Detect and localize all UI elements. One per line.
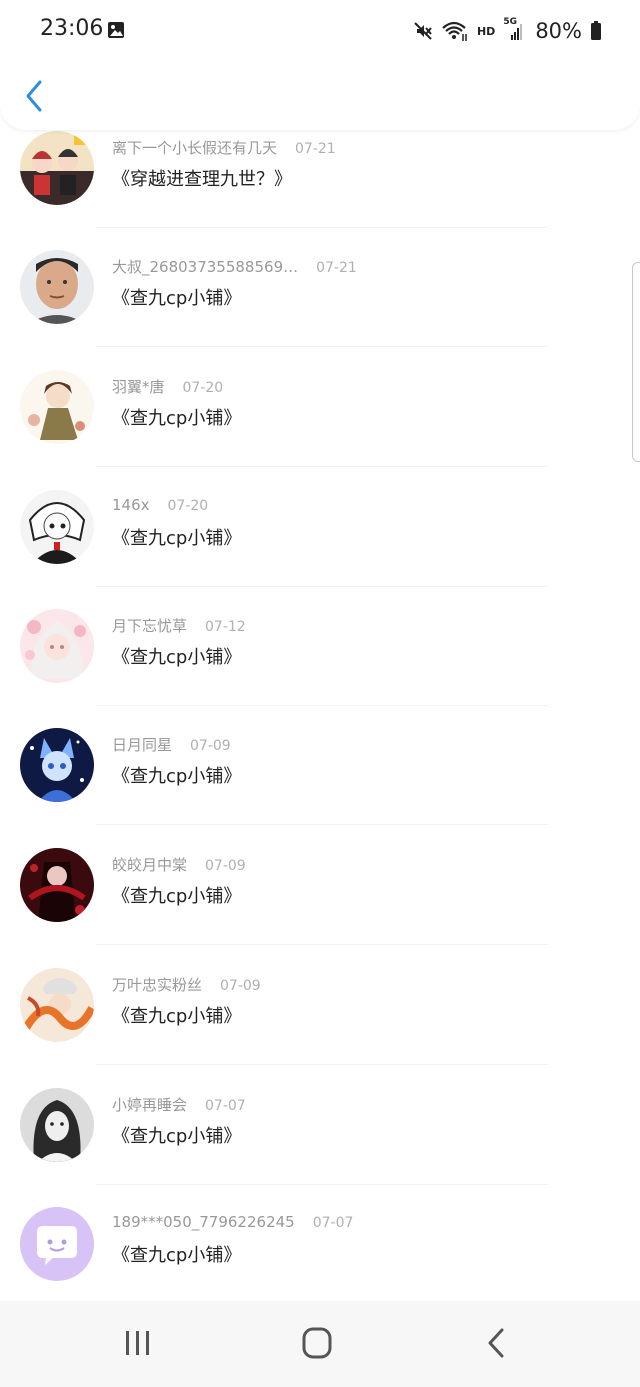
item-date: 07-07 xyxy=(205,1098,246,1114)
list-item[interactable]: 皎皎月中棠 07-09 《查九cp小铺》 xyxy=(0,840,640,959)
status-icons: HD 5G 80% xyxy=(413,16,602,46)
item-meta: 小婷再睡会 07-07 xyxy=(112,1094,246,1115)
system-nav-bar xyxy=(0,1301,640,1387)
item-date: 07-21 xyxy=(316,260,357,276)
hd-label: HD xyxy=(476,24,496,38)
user-name: 离下一个小长假还有几天 xyxy=(112,139,278,157)
back-icon xyxy=(488,1328,504,1358)
divider xyxy=(96,346,548,347)
avatar[interactable] xyxy=(20,1088,94,1162)
item-title[interactable]: 《穿越进查理九世？》 xyxy=(112,165,292,191)
item-title[interactable]: 《查九cp小铺》 xyxy=(112,882,241,908)
item-date: 07-07 xyxy=(312,1215,354,1231)
default-chat-icon xyxy=(20,1207,94,1281)
user-name: 146x xyxy=(112,496,150,514)
item-title[interactable]: 《查九cp小铺》 xyxy=(112,643,241,669)
item-meta: 189***050_7796226245 07-07 xyxy=(112,1213,353,1231)
item-title[interactable]: 《查九cp小铺》 xyxy=(112,524,241,550)
item-meta: 月下忘忧草 07-12 xyxy=(112,615,246,636)
status-time: 23:06 xyxy=(40,16,104,41)
gallery-icon xyxy=(108,22,124,38)
user-name: 皎皎月中棠 xyxy=(112,856,188,874)
list-item[interactable]: 146x 07-20 《查九cp小铺》 xyxy=(0,482,640,601)
item-meta: 日月同星 07-09 xyxy=(112,734,231,755)
scrollbar[interactable] xyxy=(632,262,640,462)
user-name: 万叶忠实粉丝 xyxy=(112,976,203,994)
list-item[interactable]: 月下忘忧草 07-12 《查九cp小铺》 xyxy=(0,601,640,720)
divider xyxy=(96,1184,548,1185)
list-item[interactable]: 离下一个小长假还有几天 07-21 《穿越进查理九世？》 xyxy=(0,123,640,242)
avatar[interactable] xyxy=(20,490,94,564)
item-meta: 万叶忠实粉丝 07-09 xyxy=(112,974,261,995)
user-name: 月下忘忧草 xyxy=(112,617,188,635)
avatar[interactable] xyxy=(20,609,94,683)
user-name: 189***050_7796226245 xyxy=(112,1213,295,1231)
item-title[interactable]: 《查九cp小铺》 xyxy=(112,762,241,788)
avatar[interactable] xyxy=(20,1207,94,1281)
user-name: 羽翼*唐 xyxy=(112,378,165,396)
avatar[interactable] xyxy=(20,131,94,205)
item-date: 07-09 xyxy=(205,858,246,874)
user-name: 小婷再睡会 xyxy=(112,1096,188,1114)
item-date: 07-20 xyxy=(167,498,209,514)
list-item[interactable]: 羽翼*唐 07-20 《查九cp小铺》 xyxy=(0,362,640,481)
list-item[interactable]: 日月同星 07-09 《查九cp小铺》 xyxy=(0,720,640,839)
battery-percent: 80% xyxy=(535,19,582,43)
divider xyxy=(96,705,548,706)
list-item[interactable]: 大叔_26803735588569… 07-21 《查九cp小铺》 xyxy=(0,242,640,361)
battery-icon xyxy=(591,21,601,40)
header-card: 23:06 HD 5G 80% xyxy=(0,0,640,130)
item-date: 07-09 xyxy=(190,738,231,754)
avatar[interactable] xyxy=(20,250,94,324)
chevron-left-icon xyxy=(26,80,42,112)
list-item[interactable]: 小婷再睡会 07-07 《查九cp小铺》 xyxy=(0,1080,640,1199)
home-button[interactable] xyxy=(298,1325,338,1361)
user-name: 日月同星 xyxy=(112,736,173,754)
screen: 23:06 HD 5G 80% 离下一个小长假还有几天 07-21 《穿越进查理… xyxy=(0,0,640,1387)
wifi-icon xyxy=(442,21,467,41)
item-date: 07-20 xyxy=(182,380,224,396)
item-title[interactable]: 《查九cp小铺》 xyxy=(112,284,241,310)
cell-signal-icon: 5G xyxy=(503,17,525,42)
item-date: 07-12 xyxy=(205,619,246,635)
avatar[interactable] xyxy=(20,370,94,444)
item-date: 07-09 xyxy=(220,978,261,994)
divider xyxy=(96,824,548,825)
system-back-button[interactable] xyxy=(478,1325,518,1361)
user-name: 大叔_26803735588569… xyxy=(112,258,299,276)
item-date: 07-21 xyxy=(295,141,336,157)
avatar[interactable] xyxy=(20,848,94,922)
divider xyxy=(96,1064,548,1065)
item-title[interactable]: 《查九cp小铺》 xyxy=(112,1241,241,1267)
item-meta: 146x 07-20 xyxy=(112,496,208,514)
item-title[interactable]: 《查九cp小铺》 xyxy=(112,1122,241,1148)
divider xyxy=(96,227,548,228)
back-button[interactable] xyxy=(20,76,52,116)
divider xyxy=(96,466,548,467)
item-meta: 皎皎月中棠 07-09 xyxy=(112,854,246,875)
avatar[interactable] xyxy=(20,728,94,802)
item-title[interactable]: 《查九cp小铺》 xyxy=(112,404,241,430)
item-meta: 羽翼*唐 07-20 xyxy=(112,376,223,397)
divider xyxy=(96,586,548,587)
mute-icon xyxy=(414,22,432,40)
recents-button[interactable] xyxy=(118,1325,158,1361)
avatar[interactable] xyxy=(20,968,94,1042)
item-meta: 离下一个小长假还有几天 07-21 xyxy=(112,137,336,158)
recents-icon xyxy=(126,1331,149,1355)
list-item[interactable]: 万叶忠实粉丝 07-09 《查九cp小铺》 xyxy=(0,960,640,1079)
item-title[interactable]: 《查九cp小铺》 xyxy=(112,1002,241,1028)
divider xyxy=(96,944,548,945)
home-icon xyxy=(302,1327,332,1359)
item-meta: 大叔_26803735588569… 07-21 xyxy=(112,256,357,277)
